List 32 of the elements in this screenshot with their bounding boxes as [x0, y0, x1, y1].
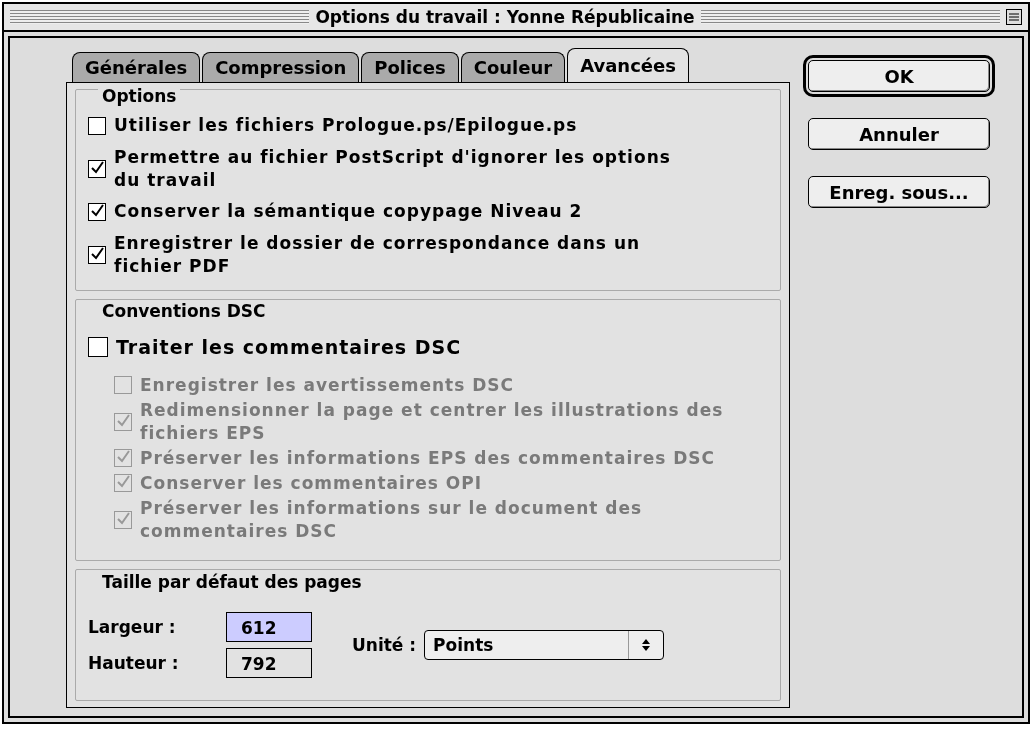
input-field[interactable]: 792	[226, 648, 312, 679]
checkbox-label: Utiliser les fichiers Prologue.ps/Epilogue.ps	[114, 114, 578, 138]
tab[interactable]: Couleur	[460, 52, 566, 82]
checkbox[interactable]	[88, 159, 106, 178]
checkbox-label: Enregistrer le dossier de correspondance dans un fichier PDF	[114, 231, 642, 278]
checkbox-label: Enregistrer les avertissements DSC	[140, 373, 514, 397]
unit-dropdown[interactable]: Points	[424, 630, 665, 661]
tab[interactable]: Générales	[72, 52, 201, 82]
checkbox-label: Redimensionner la page et centrer les illustrations des fichiers EPS	[140, 398, 725, 445]
group-title: Options	[98, 85, 181, 106]
checkbox[interactable]	[88, 245, 106, 264]
tab[interactable]: Polices	[361, 52, 459, 82]
field-label: Largeur :	[88, 617, 177, 638]
checkbox-label: Préserver les informations EPS des commentaires DSC	[140, 446, 716, 470]
checkbox-label: Permettre au fichier PostScript d'ignorer les options du travail	[114, 145, 672, 192]
checkbox[interactable]	[88, 337, 108, 358]
checkbox[interactable]	[88, 202, 106, 221]
checkbox-label: Traiter les commentaires DSC	[116, 335, 462, 359]
collapse-icon[interactable]	[1006, 9, 1022, 25]
window-title: Options du travail : Yonne Républicaine	[315, 7, 695, 27]
field-label: Unité :	[352, 635, 417, 656]
input-field[interactable]: 612	[226, 612, 312, 643]
checkbox-label: Préserver les informations sur le document des commentaires DSC	[140, 496, 644, 543]
tab[interactable]: Avancées	[567, 48, 689, 82]
checkbox-label: Conserver les commentaires OPI	[140, 471, 483, 495]
dialog-button[interactable]: Annuler	[808, 118, 990, 150]
checkbox[interactable]	[88, 116, 106, 135]
field-label: Hauteur :	[88, 653, 180, 674]
tab[interactable]: Compression	[202, 52, 360, 82]
updown-arrows-icon	[641, 638, 652, 653]
checkbox-label: Conserver la sémantique copypage Niveau 2	[114, 200, 583, 224]
dialog-button[interactable]: Enreg. sous...	[808, 176, 990, 208]
